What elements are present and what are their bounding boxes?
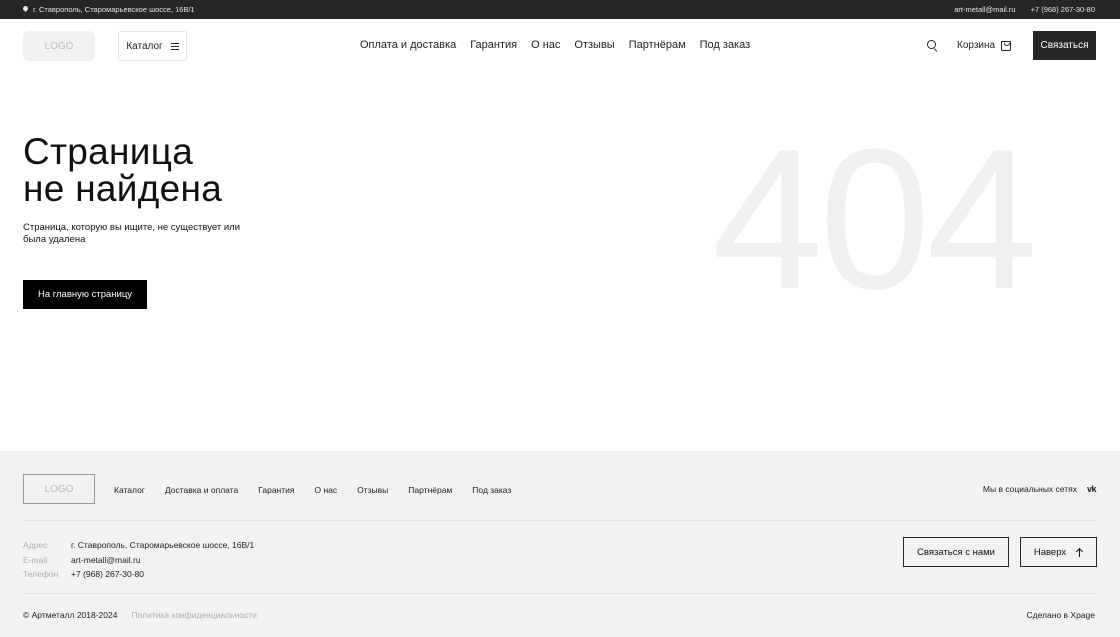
page-title-line-1: Страница [23, 131, 194, 172]
footer-nav-partners[interactable]: Партнёрам [408, 485, 452, 495]
social-label: Мы в социальных сетях [982, 484, 1077, 494]
top-address: г. Ставрополь, Старомарьевское шоссе, 16… [23, 5, 195, 14]
footer-legal: © Артметалл 2018-2024 Политика конфиденц… [23, 610, 257, 620]
contact-row-email: E-mail art-metall@mail.ru [23, 553, 254, 568]
vk-icon[interactable]: vk [1087, 484, 1097, 494]
home-button[interactable]: На главную страницу [23, 280, 147, 309]
contact-row-address: Адрес г. Ставрополь, Старомарьевское шос… [23, 538, 254, 553]
footer-nav-warranty[interactable]: Гарантия [258, 485, 294, 495]
top-address-text: г. Ставрополь, Старомарьевское шоссе, 16… [33, 5, 195, 14]
privacy-link[interactable]: Политика конфиденциальности [131, 610, 256, 620]
footer-nav-custom-order[interactable]: Под заказ [472, 485, 511, 495]
footer-divider-bottom [23, 593, 1096, 594]
site-header: LOGO Каталог Оплата и доставка Гарантия … [0, 19, 1120, 74]
footer-contact-button[interactable]: Связаться с нами [903, 537, 1009, 567]
page-title-line-2: не найдена [23, 168, 223, 209]
top-contacts: art-metall@mail.ru +7 (968) 267-30-80 [954, 5, 1095, 14]
top-email-link[interactable]: art-metall@mail.ru [954, 5, 1015, 14]
header-logo[interactable]: LOGO [23, 31, 95, 61]
contact-label: Телефон [23, 569, 59, 580]
site-footer: LOGO Каталог Доставка и оплата Гарантия … [0, 451, 1120, 637]
nav-item-partners[interactable]: Партнёрам [629, 39, 686, 51]
cart-label: Корзина [957, 40, 996, 51]
top-phone-link[interactable]: +7 (968) 267-30-80 [1031, 5, 1095, 14]
footer-nav-catalog[interactable]: Каталог [114, 485, 145, 495]
footer-logo[interactable]: LOGO [23, 474, 95, 504]
footer-nav: Каталог Доставка и оплата Гарантия О нас… [114, 485, 511, 495]
footer-nav-reviews[interactable]: Отзывы [357, 485, 388, 495]
contact-row-phone: Телефон +7 (968) 267-30-80 [23, 567, 254, 582]
error-code-watermark: 404 [712, 108, 1038, 331]
catalog-button-label: Каталог [126, 40, 163, 52]
menu-icon [170, 42, 179, 50]
map-pin-icon [23, 6, 28, 13]
cart-icon [1001, 40, 1012, 51]
footer-social: Мы в социальных сетях vk [982, 484, 1097, 494]
main-nav: Оплата и доставка Гарантия О нас Отзывы … [360, 39, 750, 51]
scroll-top-button[interactable]: Наверх [1020, 537, 1097, 567]
contact-value: г. Ставрополь, Старомарьевское шоссе, 16… [71, 540, 255, 551]
nav-item-custom-order[interactable]: Под заказ [700, 39, 751, 51]
contact-label: E-mail [23, 554, 48, 565]
scroll-top-label: Наверх [1033, 546, 1067, 558]
arrow-up-icon [1076, 548, 1083, 557]
cart-link[interactable]: Корзина [957, 40, 1012, 51]
copyright: © Артметалл 2018-2024 [23, 610, 118, 620]
made-by-link[interactable]: Сделано в Xpage [1027, 610, 1095, 620]
nav-item-warranty[interactable]: Гарантия [470, 39, 517, 51]
footer-nav-about[interactable]: О нас [315, 485, 338, 495]
top-info-bar: г. Ставрополь, Старомарьевское шоссе, 16… [0, 0, 1120, 19]
nav-item-about[interactable]: О нас [531, 39, 560, 51]
nav-item-reviews[interactable]: Отзывы [574, 39, 614, 51]
footer-divider [23, 520, 1096, 521]
nav-item-delivery[interactable]: Оплата и доставка [360, 39, 456, 51]
page-subtitle: Страница, которую вы ищите, не существуе… [23, 222, 241, 245]
search-icon[interactable] [927, 40, 938, 51]
contact-value[interactable]: art-metall@mail.ru [71, 555, 141, 565]
header-contact-button[interactable]: Связаться [1033, 31, 1096, 60]
footer-nav-delivery[interactable]: Доставка и оплата [165, 485, 238, 495]
contact-value[interactable]: +7 (968) 267-30-80 [71, 569, 144, 579]
footer-contacts: Адрес г. Ставрополь, Старомарьевское шос… [23, 538, 254, 582]
page-title: Страница не найдена [23, 133, 222, 207]
catalog-button[interactable]: Каталог [118, 31, 187, 61]
contact-label: Адрес [23, 540, 48, 551]
